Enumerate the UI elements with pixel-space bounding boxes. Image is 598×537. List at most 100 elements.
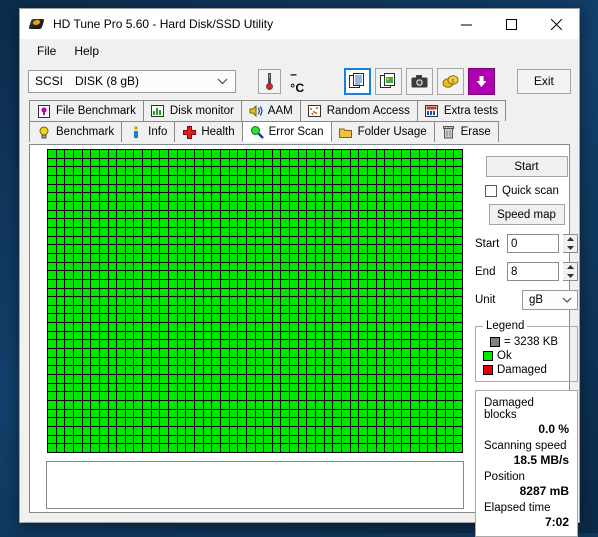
scan-block [272, 271, 281, 279]
scan-block [264, 210, 272, 219]
end-input[interactable]: 8 [507, 262, 559, 281]
menu-item-help[interactable]: Help [65, 42, 108, 60]
scan-block [229, 150, 238, 158]
scan-block [169, 236, 177, 245]
tab-benchmark[interactable]: Benchmark [29, 121, 123, 142]
scan-block [437, 175, 445, 184]
scan-block [117, 271, 125, 279]
tab-info[interactable]: Info [121, 121, 176, 142]
scan-block [194, 409, 203, 418]
scan-block [134, 297, 143, 305]
scan-block [56, 201, 65, 210]
scan-block [220, 262, 229, 271]
scan-block [419, 279, 428, 288]
scan-block [324, 444, 333, 452]
scan-block [65, 262, 73, 271]
end-spinner-up[interactable] [563, 263, 577, 272]
quick-scan-checkbox-row[interactable]: Quick scan [485, 185, 578, 197]
scan-block [385, 253, 393, 262]
scan-block [73, 366, 82, 375]
tab-error-scan[interactable]: Error Scan [241, 121, 332, 142]
scan-block [411, 305, 419, 314]
scan-block [177, 279, 186, 288]
scan-block [229, 219, 238, 227]
scan-block [151, 375, 160, 383]
scan-block [290, 184, 298, 193]
scan-block [290, 193, 298, 201]
scan-block [160, 331, 169, 340]
scan-block [143, 305, 151, 314]
start-button[interactable]: Start [485, 156, 568, 177]
scan-block [73, 349, 82, 357]
scan-block [99, 201, 108, 210]
scan-block [125, 227, 134, 236]
scan-block [220, 314, 229, 323]
scan-block [65, 167, 73, 175]
copy-image-icon[interactable] [374, 67, 402, 95]
coins-icon[interactable]: $ [436, 67, 464, 95]
close-button[interactable] [534, 9, 579, 39]
scan-block [108, 279, 117, 288]
scan-block [99, 167, 108, 175]
start-spinner-down[interactable] [563, 244, 577, 253]
start-spinner[interactable] [563, 234, 578, 253]
tab-erase[interactable]: Erase [433, 121, 499, 142]
temperature-button[interactable] [258, 68, 282, 94]
scan-block [143, 314, 151, 323]
copy-text-icon[interactable] [343, 67, 371, 95]
quick-scan-checkbox[interactable] [485, 185, 497, 197]
menu-item-file[interactable]: File [28, 42, 65, 60]
download-arrow-icon[interactable] [467, 67, 495, 95]
scan-block [73, 357, 82, 366]
scan-block [307, 340, 316, 349]
tab-extra-tests[interactable]: Extra tests [416, 100, 507, 121]
unit-select[interactable]: gB [522, 290, 578, 310]
scan-block [73, 314, 82, 323]
scan-block [290, 418, 298, 427]
scan-block [393, 392, 402, 401]
scan-block [437, 323, 445, 331]
scan-block [255, 288, 264, 297]
tab-aam[interactable]: AAM [240, 100, 301, 121]
scan-block [203, 323, 212, 331]
scan-block [316, 340, 324, 349]
start-input[interactable]: 0 [507, 234, 559, 253]
tab-disk-monitor[interactable]: Disk monitor [142, 100, 242, 121]
maximize-button[interactable] [489, 9, 534, 39]
tab-random-access[interactable]: Random Access [299, 100, 418, 121]
tab-folder-usage[interactable]: Folder Usage [330, 121, 435, 142]
end-spinner[interactable] [563, 262, 578, 281]
start-spinner-up[interactable] [563, 235, 577, 244]
drive-select[interactable]: SCSI DISK (8 gB) [28, 69, 237, 93]
speed-map-button[interactable]: Speed map [488, 204, 565, 225]
scan-block [341, 279, 350, 288]
scan-block [212, 175, 220, 184]
scan-block [324, 253, 333, 262]
scan-block [56, 340, 65, 349]
screenshot-camera-icon[interactable] [405, 67, 433, 95]
end-spinner-down[interactable] [563, 272, 577, 281]
scan-block [437, 444, 445, 452]
tab-health[interactable]: Health [174, 121, 243, 142]
scan-block-grid[interactable] [47, 149, 463, 453]
scan-block [281, 219, 290, 227]
tab-file-benchmark[interactable]: File Benchmark [29, 100, 144, 121]
scan-block [411, 331, 419, 340]
scan-block [359, 314, 367, 323]
scan-log-box[interactable] [46, 461, 464, 509]
exit-button[interactable]: Exit [516, 68, 571, 94]
scan-block [82, 184, 91, 193]
scan-block [272, 323, 281, 331]
scan-block [108, 253, 117, 262]
scan-block [65, 349, 73, 357]
scan-block [177, 375, 186, 383]
scan-block [194, 401, 203, 409]
scan-block [125, 279, 134, 288]
scan-block [220, 184, 229, 193]
scan-block [125, 401, 134, 409]
scan-block [367, 340, 376, 349]
scan-block [437, 167, 445, 175]
minimize-button[interactable] [444, 9, 489, 39]
scan-block [48, 297, 56, 305]
quick-scan-label: Quick scan [502, 185, 559, 197]
